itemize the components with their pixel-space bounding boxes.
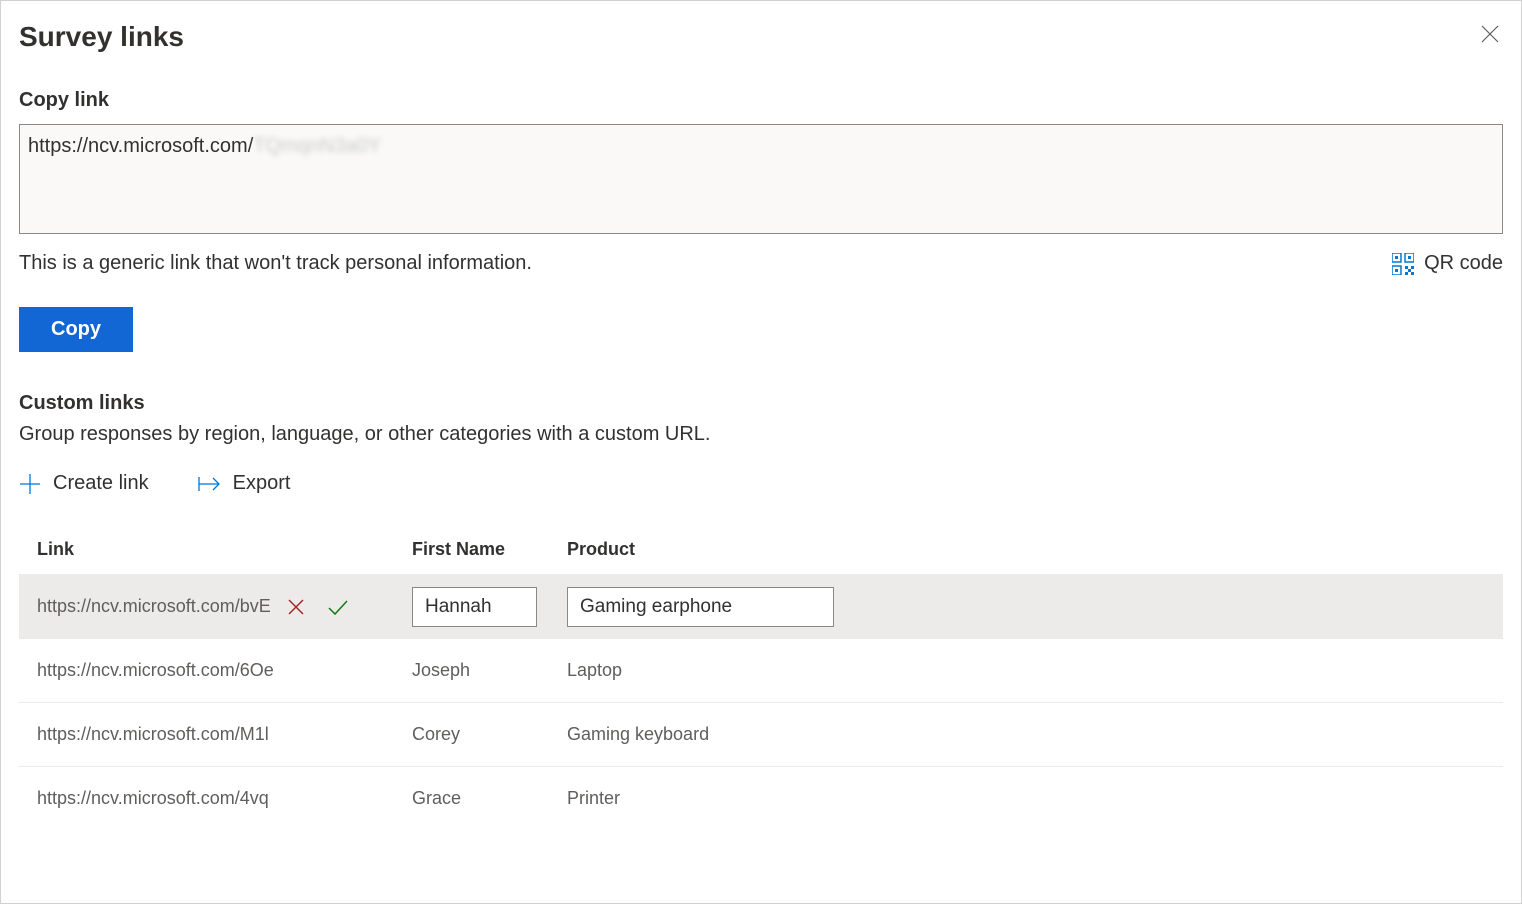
link-cell: https://ncv.microsoft.com/bvE: [37, 596, 412, 618]
link-cell: https://ncv.microsoft.com/6Oe: [37, 660, 412, 681]
firstname-cell: [412, 587, 567, 627]
generic-link-info: This is a generic link that won't track …: [19, 252, 532, 275]
firstname-cell: Joseph: [412, 660, 567, 681]
panel-title: Survey links: [19, 21, 184, 53]
table-row[interactable]: https://ncv.microsoft.com/M1l CoreyGaming…: [19, 702, 1503, 766]
copy-button[interactable]: Copy: [19, 307, 133, 352]
link-cell: https://ncv.microsoft.com/M1l: [37, 724, 412, 745]
info-row: This is a generic link that won't track …: [19, 252, 1503, 275]
copy-link-label: Copy link: [19, 89, 1503, 112]
panel-header: Survey links: [19, 21, 1503, 53]
table-header: Link First Name Product: [19, 525, 1503, 574]
custom-links-title: Custom links: [19, 392, 1503, 415]
link-text: https://ncv.microsoft.com/M1l: [37, 724, 269, 745]
firstname-cell: Grace: [412, 788, 567, 809]
survey-link-textarea[interactable]: https://ncv.microsoft.com/TQmqnN3a0Y: [19, 124, 1503, 234]
table-body: https://ncv.microsoft.com/bvE https://ncv…: [19, 574, 1503, 830]
firstname-cell: Corey: [412, 724, 567, 745]
row-actions: [285, 596, 351, 618]
checkmark-icon: [327, 598, 349, 616]
product-cell: Laptop: [567, 660, 1485, 681]
table-row[interactable]: https://ncv.microsoft.com/6Oe JosephLapto…: [19, 638, 1503, 702]
col-header-link: Link: [37, 539, 412, 560]
confirm-edit-button[interactable]: [325, 596, 351, 618]
custom-links-table: Link First Name Product https://ncv.micr…: [19, 525, 1503, 830]
cancel-edit-button[interactable]: [285, 596, 307, 618]
survey-link-prefix: https://ncv.microsoft.com/: [28, 135, 253, 157]
table-row[interactable]: https://ncv.microsoft.com/bvE: [19, 574, 1503, 638]
qr-code-icon: [1392, 253, 1414, 275]
export-label: Export: [233, 472, 291, 495]
link-cell: https://ncv.microsoft.com/4vq: [37, 788, 412, 809]
plus-icon: [19, 473, 41, 495]
product-cell: Printer: [567, 788, 1485, 809]
link-text: https://ncv.microsoft.com/4vq: [37, 788, 269, 809]
qr-label: QR code: [1424, 252, 1503, 275]
export-button[interactable]: Export: [197, 472, 291, 495]
link-text: https://ncv.microsoft.com/bvE: [37, 596, 271, 617]
product-cell: Gaming keyboard: [567, 724, 1485, 745]
create-link-button[interactable]: Create link: [19, 472, 149, 495]
custom-links-actions: Create link Export: [19, 472, 1503, 495]
survey-links-panel: Survey links Copy link https://ncv.micro…: [0, 0, 1522, 904]
qr-code-button[interactable]: QR code: [1392, 252, 1503, 275]
col-header-firstname: First Name: [412, 539, 567, 560]
export-icon: [197, 475, 221, 493]
custom-links-description: Group responses by region, language, or …: [19, 423, 1503, 446]
close-button[interactable]: [1477, 21, 1503, 50]
create-link-label: Create link: [53, 472, 149, 495]
table-row[interactable]: https://ncv.microsoft.com/4vq GracePrinte…: [19, 766, 1503, 830]
survey-link-suffix: TQmqnN3a0Y: [253, 135, 381, 157]
firstname-input[interactable]: [412, 587, 537, 627]
product-cell: [567, 587, 1485, 627]
col-header-product: Product: [567, 539, 1485, 560]
close-icon: [1481, 25, 1499, 43]
product-input[interactable]: [567, 587, 834, 627]
link-text: https://ncv.microsoft.com/6Oe: [37, 660, 274, 681]
x-icon: [287, 598, 305, 616]
